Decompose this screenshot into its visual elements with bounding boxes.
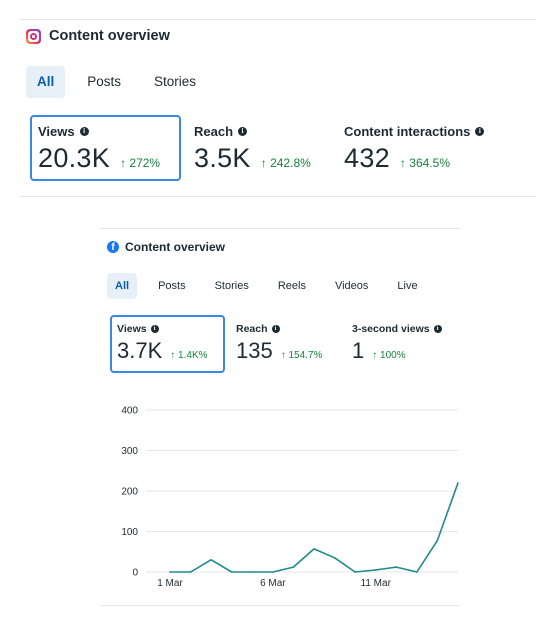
metric-card-3-second-views[interactable]: 3-second views i 1 ↑ 100%	[352, 317, 442, 364]
metric-label-row: Content interactions i	[344, 124, 485, 139]
facebook-top-divider	[100, 228, 460, 229]
y-tick-label: 300	[121, 446, 138, 457]
y-tick-label: 0	[132, 568, 138, 579]
metric-value-row: 20.3K ↑ 272%	[38, 143, 179, 174]
tab-all[interactable]: All	[26, 66, 66, 98]
metric-label: 3-second views	[352, 323, 430, 335]
data-point	[457, 482, 459, 484]
data-point	[395, 566, 398, 568]
data-point	[169, 571, 171, 573]
metric-value: 3.5K	[194, 143, 251, 173]
views-line-chart: 0 100 200 300 400 1 Mar 6 Mar 11 Mar	[121, 406, 459, 589]
metric-card-views[interactable]: Views i 20.3K ↑ 272%	[30, 115, 181, 181]
data-point	[210, 559, 212, 561]
metric-change: ↑ 100%	[372, 350, 406, 361]
metric-value: 135	[236, 338, 273, 363]
x-tick-label: 6 Mar	[260, 578, 286, 589]
y-tick-label: 200	[121, 487, 138, 498]
tab-posts[interactable]: Posts	[76, 66, 132, 98]
metric-value: 432	[344, 143, 390, 173]
metric-label-row: Reach i	[236, 323, 322, 335]
metric-label: Content interactions	[344, 124, 471, 139]
x-tick-label: 1 Mar	[157, 578, 183, 589]
metric-value: 3.7K	[117, 338, 163, 363]
metric-label-row: Views i	[117, 323, 223, 335]
facebook-bottom-divider	[100, 605, 460, 606]
data-point	[416, 571, 418, 573]
facebook-tabs: All Posts Stories Reels Videos Live	[107, 273, 426, 299]
tab-live[interactable]: Live	[389, 273, 425, 299]
metric-value: 20.3K	[38, 143, 111, 173]
data-point	[272, 571, 274, 573]
metric-value-row: 135 ↑ 154.7%	[236, 338, 322, 364]
metric-label: Reach	[236, 323, 268, 335]
metric-change: ↑ 364.5%	[399, 156, 450, 170]
x-tick-label: 11 Mar	[361, 578, 392, 589]
instagram-card-header: Content overview	[26, 28, 170, 44]
y-tick-label: 400	[121, 406, 138, 417]
data-point	[230, 571, 233, 573]
metric-value-row: 1 ↑ 100%	[352, 338, 442, 364]
metric-change: ↑ 242.8%	[260, 156, 311, 170]
tab-all[interactable]: All	[107, 273, 138, 299]
data-point	[374, 569, 377, 571]
metric-change: ↑ 272%	[120, 156, 161, 170]
metric-change: ↑ 154.7%	[280, 350, 323, 361]
tab-reels[interactable]: Reels	[270, 273, 314, 299]
instagram-tabs: All Posts Stories	[26, 66, 207, 98]
facebook-content-overview-title: Content overview	[125, 240, 226, 254]
metric-label: Reach	[194, 124, 234, 139]
instagram-icon	[26, 28, 41, 44]
metric-card-reach[interactable]: Reach i 135 ↑ 154.7%	[236, 317, 322, 364]
data-point	[292, 566, 295, 568]
data-point	[251, 571, 254, 573]
tab-videos[interactable]: Videos	[327, 273, 376, 299]
info-icon[interactable]: i	[433, 325, 442, 333]
instagram-bottom-divider	[20, 196, 536, 197]
tab-stories[interactable]: Stories	[143, 66, 207, 98]
metric-label: Views	[117, 323, 147, 335]
facebook-card-header: f Content overview	[107, 240, 225, 254]
series-line	[170, 482, 459, 573]
metric-card-views[interactable]: Views i 3.7K ↑ 1.4K%	[110, 315, 225, 373]
metric-card-content-interactions[interactable]: Content interactions i 432 ↑ 364.5%	[344, 117, 485, 174]
metric-value-row: 432 ↑ 364.5%	[344, 143, 484, 174]
data-point	[313, 548, 315, 550]
data-point	[354, 571, 356, 573]
info-icon[interactable]: i	[150, 325, 159, 333]
metric-value-row: 3.5K ↑ 242.8%	[194, 143, 311, 174]
info-icon[interactable]: i	[79, 127, 89, 136]
tab-stories[interactable]: Stories	[207, 273, 257, 299]
metric-label-row: Views i	[38, 124, 179, 139]
metric-label: Views	[38, 124, 75, 139]
metric-label-row: 3-second views i	[352, 323, 442, 335]
tab-posts[interactable]: Posts	[150, 273, 194, 299]
metric-change: ↑ 1.4K%	[170, 350, 208, 361]
info-icon[interactable]: i	[238, 127, 248, 136]
top-divider	[20, 19, 536, 20]
y-tick-label: 100	[121, 527, 138, 538]
facebook-icon: f	[107, 241, 119, 253]
metric-label-row: Reach i	[194, 124, 311, 139]
metric-value-row: 3.7K ↑ 1.4K%	[117, 338, 223, 364]
info-icon[interactable]: i	[271, 325, 280, 333]
metric-card-reach[interactable]: Reach i 3.5K ↑ 242.8%	[194, 117, 311, 174]
data-point	[189, 571, 192, 573]
data-point	[436, 539, 439, 542]
instagram-content-overview-title: Content overview	[49, 28, 170, 44]
data-point	[333, 557, 336, 559]
metric-value: 1	[352, 338, 365, 363]
info-icon[interactable]: i	[475, 127, 485, 136]
